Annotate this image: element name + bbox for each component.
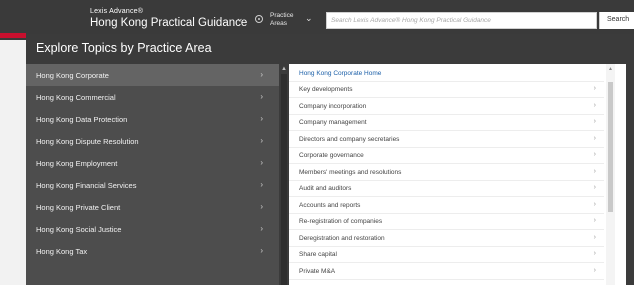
page-background: [0, 240, 26, 285]
topic-label: Re-registration of companies: [299, 218, 383, 225]
chevron-right-icon: ›: [260, 70, 263, 79]
chevron-right-icon: ›: [260, 180, 263, 189]
topic-label: Company management: [299, 119, 367, 126]
topic-label: Members' meetings and resolutions: [299, 168, 402, 176]
practice-area-label: Hong Kong Social Justice: [36, 225, 122, 234]
chevron-right-icon: ›: [593, 200, 596, 208]
topic-list-scrollbar[interactable]: ▲: [606, 64, 615, 285]
chevron-right-icon: ›: [260, 114, 263, 123]
topic-label: Key developments: [299, 86, 353, 93]
search-input[interactable]: Search Lexis Advance® Hong Kong Practica…: [326, 12, 597, 29]
topic-label: Private M&A: [299, 267, 336, 275]
chevron-right-icon: ›: [593, 101, 596, 109]
practice-area-item[interactable]: Hong Kong Financial Services ›: [26, 174, 279, 196]
practice-area-label: Hong Kong Data Protection: [36, 115, 128, 124]
practice-areas-label-line2: Areas: [270, 20, 287, 27]
chevron-right-icon: ›: [593, 85, 596, 92]
topic-label: Directors and company secretaries: [299, 135, 400, 143]
topic-item[interactable]: Re-registration of companies ›: [289, 214, 604, 230]
chevron-right-icon: ›: [593, 151, 596, 158]
topic-item[interactable]: Company incorporation ›: [289, 99, 604, 115]
chevron-right-icon: ›: [593, 233, 596, 241]
chevron-right-icon: ›: [593, 217, 596, 224]
topic-item[interactable]: Accounts and reports ›: [289, 198, 604, 214]
active-tab-indicator: [0, 33, 26, 38]
chevron-right-icon: ›: [260, 92, 263, 101]
practice-area-item[interactable]: Hong Kong Employment ›: [26, 152, 279, 174]
scrollbar-thumb[interactable]: [281, 74, 287, 285]
topic-item[interactable]: Key developments ›: [289, 82, 604, 98]
chevron-right-icon: ›: [260, 224, 263, 233]
practice-area-item[interactable]: Hong Kong Dispute Resolution ›: [26, 130, 279, 152]
chevron-right-icon: ›: [593, 167, 596, 175]
practice-area-item[interactable]: Hong Kong Corporate ›: [26, 64, 279, 86]
topic-label: Corporate governance: [299, 152, 364, 159]
practice-areas-chevron-icon[interactable]: ⌄: [305, 13, 313, 24]
brand-small-label: Lexis Advance®: [90, 8, 144, 15]
topic-label: Share capital: [299, 251, 337, 258]
topic-item[interactable]: Audit and auditors ›: [289, 181, 604, 197]
search-button[interactable]: Search: [599, 12, 634, 29]
chevron-right-icon: ›: [593, 134, 596, 142]
topic-item[interactable]: Members' meetings and resolutions ›: [289, 165, 604, 181]
topic-item[interactable]: Corporate governance ›: [289, 148, 604, 164]
practice-area-label: Hong Kong Corporate: [36, 71, 109, 80]
practice-areas-button[interactable]: Practice Areas: [270, 12, 293, 28]
practice-area-label: Hong Kong Dispute Resolution: [36, 137, 139, 146]
practice-area-label: Hong Kong Employment: [36, 159, 118, 168]
chevron-right-icon: ›: [593, 250, 596, 257]
topic-item[interactable]: Directors and company secretaries ›: [289, 132, 604, 148]
chevron-right-icon: ›: [260, 246, 263, 255]
practice-area-item[interactable]: Hong Kong Social Justice ›: [26, 218, 279, 240]
chevron-right-icon: ›: [593, 118, 596, 125]
practice-area-item[interactable]: Hong Kong Commercial ›: [26, 86, 279, 108]
chevron-right-icon: ›: [260, 202, 263, 211]
topic-label: Audit and auditors: [299, 185, 352, 192]
chevron-right-icon: ›: [260, 158, 263, 167]
scroll-up-icon[interactable]: ▲: [281, 66, 287, 72]
practice-areas-icon[interactable]: [255, 15, 263, 23]
topic-item[interactable]: Company management ›: [289, 115, 604, 131]
chevron-right-icon: ›: [260, 136, 263, 145]
scrollbar-thumb[interactable]: [608, 82, 613, 212]
topic-item[interactable]: Private M&A ›: [289, 264, 604, 280]
practice-area-item[interactable]: Hong Kong Tax ›: [26, 240, 279, 262]
topic-item[interactable]: Deregistration and restoration ›: [289, 231, 604, 247]
topic-item[interactable]: Share capital ›: [289, 247, 604, 263]
brand-title: Hong Kong Practical Guidance: [90, 17, 248, 29]
topic-label: Company incorporation: [299, 102, 367, 110]
topic-list: Hong Kong Corporate Home Key development…: [289, 64, 626, 285]
panel-title: Explore Topics by Practice Area: [36, 41, 212, 55]
chevron-right-icon: ›: [593, 184, 596, 191]
practice-area-label: Hong Kong Commercial: [36, 93, 116, 102]
practice-area-label: Hong Kong Financial Services: [36, 181, 137, 190]
practice-area-list: Hong Kong Corporate › Hong Kong Commerci…: [26, 64, 279, 285]
practice-area-scrollbar[interactable]: ▲: [279, 64, 289, 285]
scroll-up-icon[interactable]: ▲: [608, 66, 613, 72]
topic-home-link[interactable]: Hong Kong Corporate Home: [289, 66, 604, 82]
product-brand[interactable]: Lexis Advance® Hong Kong Practical Guida…: [90, 8, 247, 30]
topic-label: Deregistration and restoration: [299, 234, 385, 242]
topic-label: Accounts and reports: [299, 201, 361, 209]
chevron-right-icon: ›: [593, 266, 596, 274]
practice-areas-label-line1: Practice: [270, 12, 294, 19]
practice-area-item[interactable]: Hong Kong Data Protection ›: [26, 108, 279, 130]
topic-label: Hong Kong Corporate Home: [299, 70, 382, 77]
practice-area-label: Hong Kong Tax: [36, 247, 88, 256]
explore-topics-panel: Explore Topics by Practice Area Hong Kon…: [26, 34, 634, 285]
practice-area-item[interactable]: Hong Kong Private Client ›: [26, 196, 279, 218]
practice-area-label: Hong Kong Private Client: [36, 203, 121, 212]
product-dropdown-chevron-icon[interactable]: ⌄: [236, 13, 244, 24]
